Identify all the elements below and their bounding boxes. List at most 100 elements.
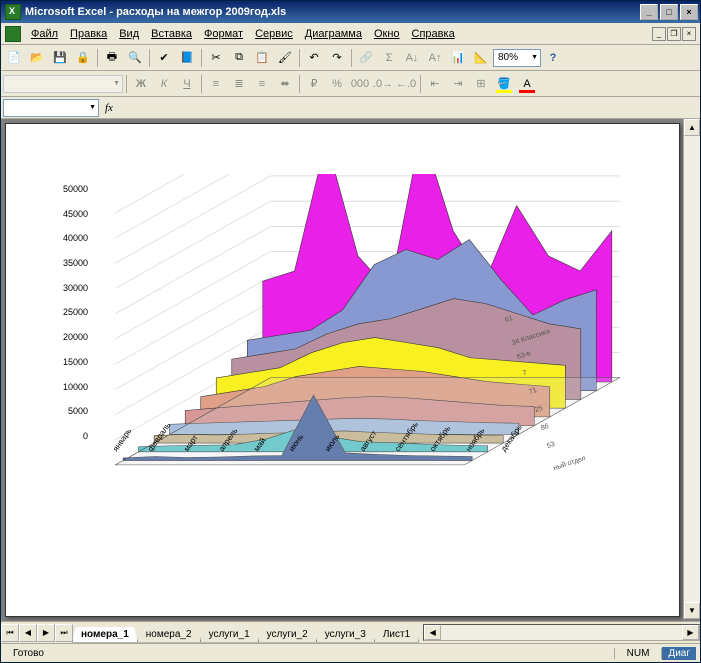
zoom-value: 80% (498, 52, 518, 63)
name-box[interactable]: ▼ (3, 99, 99, 117)
close-button[interactable]: × (680, 4, 698, 20)
align-center-icon[interactable]: ≣ (228, 73, 250, 95)
scroll-up-icon[interactable]: ▲ (684, 119, 700, 136)
sheet-tab[interactable]: Лист1 (374, 627, 419, 643)
x-axis: январьфевральмартапрельмайиюньиюльавгуст… (111, 448, 499, 518)
z-tick: 25 (534, 405, 544, 414)
new-icon[interactable]: 📄 (3, 47, 25, 69)
vertical-scrollbar[interactable]: ▲ ▼ (683, 119, 700, 619)
status-diag: Диаг (662, 647, 696, 660)
z-tick: ный отдел (553, 455, 587, 472)
bold-button[interactable]: Ж (130, 73, 152, 95)
open-icon[interactable]: 📂 (26, 47, 48, 69)
preview-icon[interactable]: 🔍 (124, 47, 146, 69)
doc-restore-button[interactable]: ❐ (667, 27, 681, 41)
y-tick: 10000 (58, 382, 88, 392)
chart-document[interactable]: 5000045000400003500030000250002000015000… (5, 123, 680, 617)
menu-chart[interactable]: Диаграмма (299, 26, 368, 42)
status-ready: Готово (5, 648, 52, 659)
scroll-down-icon[interactable]: ▼ (684, 602, 700, 619)
y-tick: 45000 (58, 209, 88, 219)
sum-icon[interactable]: Σ (378, 47, 400, 69)
dec-dec-icon[interactable]: ←.0 (395, 73, 417, 95)
sheet-tab[interactable]: услуги_1 (200, 627, 259, 643)
save-icon[interactable]: 💾 (49, 47, 71, 69)
menu-window[interactable]: Окно (368, 26, 406, 42)
sort-desc-icon[interactable]: A↑ (424, 47, 446, 69)
y-tick: 40000 (58, 233, 88, 243)
chart-3d-area: 5000045000400003500030000250002000015000… (16, 144, 669, 596)
font-combo[interactable]: ▼ (3, 75, 123, 93)
title-bar: Microsoft Excel - расходы на межгор 2009… (1, 1, 700, 23)
drawing-icon[interactable]: 📐 (470, 47, 492, 69)
y-tick: 25000 (58, 307, 88, 317)
inc-dec-icon[interactable]: .0→ (372, 73, 394, 95)
menu-tools[interactable]: Сервис (249, 26, 299, 42)
menu-file[interactable]: Файл (25, 26, 64, 42)
doc-minimize-button[interactable]: _ (652, 27, 666, 41)
merge-icon[interactable]: ⬌ (274, 73, 296, 95)
indent-dec-icon[interactable]: ⇤ (424, 73, 446, 95)
tab-next-button[interactable]: ▶ (37, 624, 55, 642)
format-painter-icon[interactable]: 🖌 (274, 47, 296, 69)
tab-last-button[interactable]: ⏭ (55, 624, 73, 642)
sheet-tab[interactable]: номера_2 (137, 627, 201, 643)
currency-icon[interactable]: ₽ (303, 73, 325, 95)
hyperlink-icon[interactable]: 🔗 (355, 47, 377, 69)
z-axis: 6134 Классика63-в771258653ный отдел (505, 316, 665, 496)
fill-icon[interactable]: 🪣 (493, 73, 515, 95)
status-num: NUM (614, 648, 663, 659)
permission-icon[interactable]: 🔒 (72, 47, 94, 69)
z-tick: 7 (522, 370, 528, 378)
align-right-icon[interactable]: ≡ (251, 73, 273, 95)
menu-bar: Файл Правка Вид Вставка Формат Сервис Ди… (1, 23, 700, 45)
tab-first-button[interactable]: ⏮ (1, 624, 19, 642)
chart-icon[interactable]: 📊 (447, 47, 469, 69)
menu-insert[interactable]: Вставка (145, 26, 198, 42)
comma-icon[interactable]: 000 (349, 73, 371, 95)
z-tick: 61 (504, 315, 514, 324)
sheet-tab-bar: ⏮ ◀ ▶ ⏭ номера_1номера_2услуги_1услуги_2… (1, 621, 700, 643)
research-icon[interactable]: 📘 (176, 47, 198, 69)
tab-prev-button[interactable]: ◀ (19, 624, 37, 642)
sort-asc-icon[interactable]: A↓ (401, 47, 423, 69)
doc-close-button[interactable]: × (682, 27, 696, 41)
indent-inc-icon[interactable]: ⇥ (447, 73, 469, 95)
menu-format[interactable]: Формат (198, 26, 249, 42)
spell-icon[interactable]: ✔ (153, 47, 175, 69)
menu-view[interactable]: Вид (113, 26, 145, 42)
scroll-left-icon[interactable]: ◀ (424, 625, 441, 640)
copy-icon[interactable]: ⧉ (228, 47, 250, 69)
minimize-button[interactable]: _ (640, 4, 658, 20)
percent-icon[interactable]: % (326, 73, 348, 95)
align-left-icon[interactable]: ≡ (205, 73, 227, 95)
font-color-icon[interactable]: A (516, 73, 538, 95)
sheet-tab[interactable]: услуги_2 (258, 627, 317, 643)
sheet-tab[interactable]: номера_1 (72, 627, 138, 643)
chevron-down-icon: ▼ (531, 54, 538, 61)
underline-button[interactable]: Ч (176, 73, 198, 95)
y-tick: 50000 (58, 184, 88, 194)
horizontal-scrollbar[interactable]: ◀ ▶ (423, 624, 700, 641)
scroll-right-icon[interactable]: ▶ (682, 625, 699, 640)
sheet-tab[interactable]: услуги_3 (316, 627, 375, 643)
standard-toolbar: 📄 📂 💾 🔒 🖶 🔍 ✔ 📘 ✂ ⧉ 📋 🖌 ↶ ↷ 🔗 Σ A↓ A↑ 📊 … (1, 45, 700, 71)
work-area: 5000045000400003500030000250002000015000… (1, 119, 700, 643)
borders-icon[interactable]: ⊞ (470, 73, 492, 95)
app-menu-icon[interactable] (5, 26, 21, 42)
scroll-track[interactable] (684, 136, 700, 602)
zoom-combo[interactable]: 80% ▼ (493, 49, 541, 67)
italic-button[interactable]: К (153, 73, 175, 95)
menu-help[interactable]: Справка (406, 26, 461, 42)
help-icon[interactable]: ? (542, 47, 564, 69)
y-tick: 20000 (58, 332, 88, 342)
maximize-button[interactable]: □ (660, 4, 678, 20)
paste-icon[interactable]: 📋 (251, 47, 273, 69)
print-icon[interactable]: 🖶 (101, 47, 123, 69)
redo-icon[interactable]: ↷ (326, 47, 348, 69)
fx-label[interactable]: fx (105, 102, 113, 114)
menu-edit[interactable]: Правка (64, 26, 113, 42)
undo-icon[interactable]: ↶ (303, 47, 325, 69)
scroll-track[interactable] (441, 625, 682, 640)
cut-icon[interactable]: ✂ (205, 47, 227, 69)
